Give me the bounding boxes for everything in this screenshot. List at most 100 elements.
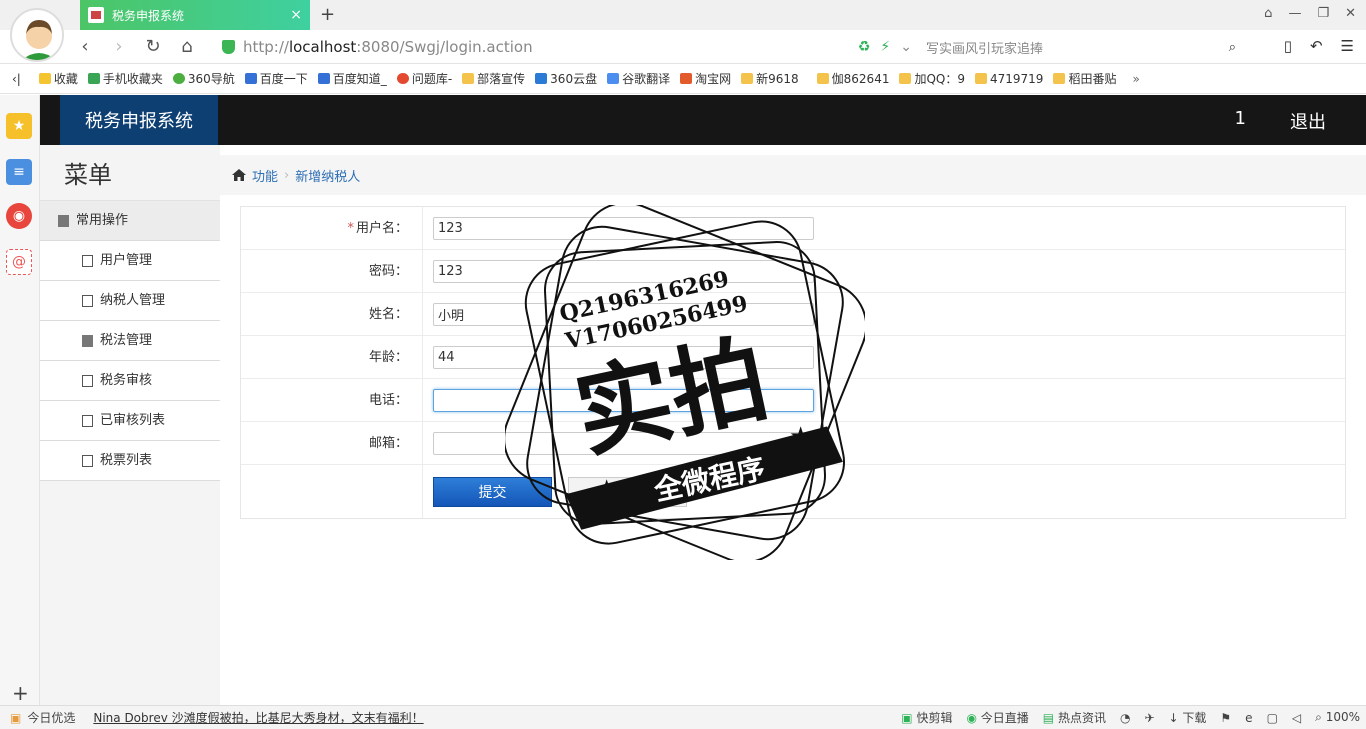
form-row-phone: 电话：: [241, 379, 1345, 422]
bookmark-item[interactable]: 淘宝网: [680, 70, 731, 87]
age-label: 年龄：: [241, 336, 423, 378]
search-icon[interactable]: ⌕: [1229, 40, 1236, 55]
menu-icon[interactable]: ☰: [1341, 37, 1354, 55]
menu-item-audited-list[interactable]: 已审核列表: [40, 401, 220, 441]
add-icon[interactable]: +: [12, 681, 29, 705]
bookmark-item[interactable]: 百度知道_: [317, 70, 387, 87]
username-input[interactable]: [433, 216, 814, 240]
quick-edit-item[interactable]: ▣ 快剪辑: [901, 709, 952, 726]
close-window-icon[interactable]: ✕: [1345, 6, 1356, 21]
grid-icon: [58, 214, 69, 227]
password-label: 密码：: [241, 250, 423, 292]
bookmark-item[interactable]: 360云盘: [535, 70, 597, 87]
back-button[interactable]: 返回: [568, 476, 687, 507]
home-icon[interactable]: ⌂: [178, 36, 196, 57]
chevron-down-icon[interactable]: ⌄: [900, 39, 912, 55]
email-input[interactable]: [433, 431, 814, 455]
bookmark-item[interactable]: 手机收藏夹: [87, 70, 163, 87]
page-favicon-icon: [88, 7, 104, 23]
list-icon: [82, 294, 93, 307]
news-icon: ▤: [1042, 711, 1055, 725]
age-input[interactable]: [433, 345, 814, 369]
bookmark-folder[interactable]: 稻田番贴: [1053, 70, 1116, 87]
app-brand[interactable]: 税务申报系统: [60, 95, 218, 145]
download-item[interactable]: ↓ 下载: [1169, 709, 1207, 726]
required-mark: *: [347, 221, 354, 236]
volume-icon[interactable]: ◁: [1292, 711, 1301, 725]
menu-group-common[interactable]: 常用操作: [40, 201, 220, 241]
undo-icon[interactable]: ↶: [1310, 37, 1323, 55]
hot-news-item[interactable]: ▤ 热点资讯: [1043, 709, 1106, 726]
weibo-icon[interactable]: ◉: [6, 203, 32, 229]
breadcrumb-root[interactable]: 功能: [252, 166, 278, 185]
phone-input[interactable]: [433, 388, 814, 412]
bookmarks-more-icon[interactable]: »: [1132, 72, 1139, 86]
search-box[interactable]: 写实画风引玩家追捧 ⌕: [926, 36, 1236, 58]
bookmark-folder[interactable]: 部落宣传: [462, 70, 525, 87]
menu-item-tax-ticket-list[interactable]: 税票列表: [40, 441, 220, 481]
back-icon[interactable]: ‹: [76, 36, 94, 57]
phone-label: 电话：: [241, 379, 423, 421]
lightning-icon[interactable]: ⚡: [880, 39, 890, 55]
refresh-icon[interactable]: ↻: [144, 36, 162, 57]
restore-icon[interactable]: ❐: [1317, 6, 1329, 21]
form-row-email: 邮箱：: [241, 422, 1345, 465]
flag-icon[interactable]: ⚑: [1220, 711, 1231, 725]
bookmark-item[interactable]: 问题库-: [396, 70, 452, 87]
search-placeholder: 写实画风引玩家追捧: [926, 41, 1044, 57]
menu-item-taxpayers[interactable]: 纳税人管理: [40, 281, 220, 321]
menu-item-tax-law[interactable]: 税法管理: [40, 321, 220, 361]
bookmark-item[interactable]: 谷歌翻译: [607, 70, 670, 87]
bookmark-folder[interactable]: 加QQ：9: [899, 70, 965, 87]
logout-link[interactable]: 退出: [1290, 108, 1326, 134]
sidebar-toggle-icon[interactable]: ‹|: [12, 72, 21, 86]
ie-icon[interactable]: e: [1245, 711, 1252, 725]
bookmark-folder[interactable]: 新9618: [741, 70, 799, 87]
add-taxpayer-form: *用户名： 密码： 姓名： 年龄： 电话： 邮箱： 提交 返回: [240, 206, 1346, 519]
envelope-icon: [82, 414, 93, 427]
breadcrumb-separator: ›: [284, 167, 290, 183]
pin-icon[interactable]: ✈: [1144, 711, 1154, 725]
email-icon[interactable]: @: [6, 249, 32, 275]
scissors-icon: ▣: [901, 711, 913, 725]
minimize-icon[interactable]: —: [1288, 6, 1301, 21]
password-input[interactable]: [433, 259, 814, 283]
forward-icon[interactable]: ›: [110, 36, 128, 57]
menu-item-users[interactable]: 用户管理: [40, 241, 220, 281]
menu-item-tax-audit[interactable]: 税务审核: [40, 361, 220, 401]
star-icon[interactable]: ★: [6, 113, 32, 139]
shirt-icon[interactable]: ⌂: [1264, 6, 1272, 21]
current-user[interactable]: 1: [1235, 108, 1246, 129]
app-header: 税务申报系统 1 退出: [40, 95, 1366, 145]
window-controls: ⌂ — ❐ ✕: [1264, 6, 1356, 21]
recycle-icon[interactable]: ♻: [858, 39, 871, 55]
live-item[interactable]: ◉ 今日直播: [966, 709, 1028, 726]
window-icon[interactable]: ▢: [1267, 711, 1278, 725]
form-row-actions: 提交 返回: [241, 465, 1345, 518]
bookmark-folder[interactable]: 伽862641: [816, 70, 889, 87]
address-bar: ‹ › ↻ ⌂ http://localhost:8080/Swgj/login…: [0, 30, 1366, 64]
bookmark-folder[interactable]: 4719719: [975, 72, 1043, 86]
url-field[interactable]: http://localhost:8080/Swgj/login.action …: [222, 36, 912, 58]
today-picks[interactable]: 今日优选: [27, 709, 75, 726]
url-host: localhost: [288, 38, 357, 56]
user-avatar[interactable]: [10, 8, 64, 62]
speed-icon[interactable]: ◔: [1120, 711, 1130, 725]
browser-tab[interactable]: 税务申报系统 ×: [80, 0, 310, 30]
play-icon: ◉: [966, 711, 977, 725]
status-bar: ▣ 今日优选 Nina Dobrev 沙滩度假被拍，比基尼大秀身材，文末有福利！…: [0, 705, 1366, 729]
bookmark-item[interactable]: 收藏: [38, 70, 78, 87]
close-tab-icon[interactable]: ×: [290, 7, 302, 23]
zoom-level[interactable]: ⌕ 100%: [1315, 710, 1360, 725]
phone-icon[interactable]: ▯: [1284, 37, 1292, 55]
bookmark-item[interactable]: 百度一下: [244, 70, 308, 87]
form-row-name: 姓名：: [241, 293, 1345, 336]
security-shield-icon: [222, 40, 235, 54]
name-input[interactable]: [433, 302, 814, 326]
new-tab-button[interactable]: +: [320, 4, 335, 25]
bookmark-item[interactable]: 360导航: [172, 70, 235, 87]
list-icon[interactable]: ≡: [6, 159, 32, 185]
news-ticker-link[interactable]: Nina Dobrev 沙滩度假被拍，比基尼大秀身材，文末有福利！: [93, 709, 423, 726]
submit-button[interactable]: 提交: [433, 476, 552, 507]
url-path: :8080/Swgj/login.action: [356, 38, 533, 56]
